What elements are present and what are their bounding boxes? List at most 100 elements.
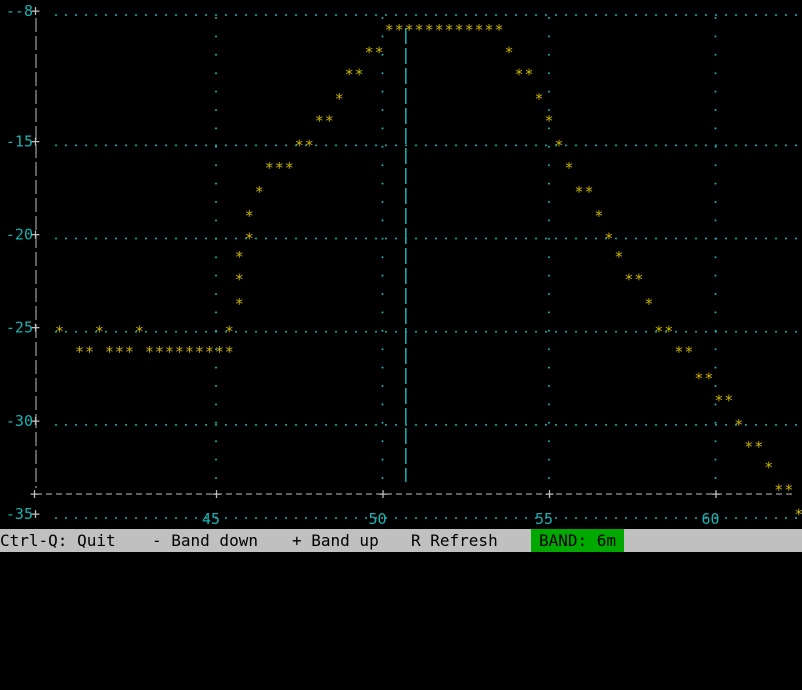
grid-dot: [548, 421, 550, 424]
grid-dot: [115, 517, 117, 520]
data-point: *: [395, 21, 404, 39]
x-tick-label: 55: [535, 510, 553, 528]
data-point: *: [515, 66, 524, 84]
grid-dot: [315, 144, 317, 147]
grid-dot: [505, 14, 507, 16]
grid-dot: [265, 517, 267, 520]
grid-dot: [555, 423, 557, 426]
grid-dot: [105, 237, 107, 240]
band-up-hint[interactable]: + Band up: [292, 529, 379, 552]
grid-dot: [645, 423, 647, 426]
grid-dot: [75, 423, 77, 426]
grid-dot: [215, 182, 217, 185]
data-point: *: [604, 230, 613, 248]
grid-dot: [548, 109, 550, 111]
grid-dot: [685, 144, 687, 147]
grid-dot: [415, 237, 417, 240]
grid-dot: [455, 330, 457, 333]
grid-dot: [695, 144, 697, 147]
data-point: *: [245, 230, 254, 248]
y-tick-label: -15: [6, 132, 33, 150]
grid-dot: [655, 237, 657, 240]
grid-dot: [125, 14, 127, 16]
data-point: *: [455, 21, 464, 39]
grid-dot: [548, 164, 550, 167]
grid-dot: [735, 144, 737, 147]
grid-dot: [415, 144, 417, 147]
grid-dot: [235, 144, 237, 147]
grid-dot: [335, 144, 337, 147]
grid-dot: [714, 440, 717, 443]
grid-dot: [65, 517, 67, 520]
grid-dot: [215, 366, 217, 369]
grid-dot: [381, 72, 384, 75]
grid-dot: [385, 330, 387, 333]
grid-dot: [245, 144, 247, 147]
grid-dot: [365, 144, 367, 147]
data-point: *: [235, 248, 244, 266]
grid-dot: [115, 144, 117, 147]
refresh-hint[interactable]: R Refresh: [411, 529, 498, 552]
grid-dot: [415, 517, 417, 520]
grid-dot: [685, 14, 687, 16]
grid-dot: [405, 144, 407, 147]
grid-dot: [675, 517, 677, 520]
y-tick-label: -25: [6, 319, 33, 337]
grid-dot: [425, 330, 427, 333]
grid-dot: [55, 144, 57, 147]
data-point: *: [195, 343, 204, 361]
grid-dot: [595, 330, 597, 333]
grid-dot: [255, 14, 257, 16]
grid-dot: [381, 35, 384, 38]
grid-dot: [55, 237, 57, 240]
data-point: *: [544, 112, 553, 130]
grid-dot: [714, 477, 717, 479]
grid-dot: [735, 517, 737, 520]
grid-dot: [535, 330, 537, 333]
grid-dot: [714, 17, 717, 19]
grid-dot: [85, 330, 87, 333]
grid-dot: [548, 348, 550, 351]
data-point: *: [435, 21, 444, 39]
grid-dot: [355, 423, 357, 426]
grid-dot: [365, 237, 367, 240]
grid-dot: [325, 144, 327, 147]
grid-dot: [445, 423, 447, 426]
grid-dot: [555, 237, 557, 240]
grid-dot: [585, 14, 587, 16]
grid-dot: [755, 517, 757, 520]
grid-dot: [595, 517, 597, 520]
grid-dot: [548, 17, 550, 19]
grid-dot: [785, 330, 787, 333]
grid-dot: [381, 366, 384, 369]
grid-dot: [335, 14, 337, 16]
grid-dot: [505, 423, 507, 426]
grid-dot: [215, 458, 217, 461]
grid-dot: [455, 237, 457, 240]
grid-dot: [385, 423, 387, 426]
grid-dot: [265, 423, 267, 426]
grid-dot: [595, 14, 597, 16]
quit-hint[interactable]: Ctrl-Q: Quit: [0, 529, 116, 552]
grid-dot: [105, 517, 107, 520]
grid-dot: [285, 423, 287, 426]
grid-dot: [625, 237, 627, 240]
grid-dot: [548, 182, 550, 185]
axes: +--8+-15+-20+-25+-30+-35++45+50+55+60: [6, 2, 792, 528]
grid-dot: [455, 423, 457, 426]
grid-dot: [255, 144, 257, 147]
grid-dot: [425, 144, 427, 147]
data-point: *: [345, 66, 354, 84]
grid-dot: [381, 127, 384, 130]
grid-dot: [715, 423, 717, 426]
grid-dot: [355, 144, 357, 147]
grid-dot: [225, 144, 227, 147]
grid-dot: [765, 14, 767, 16]
grid-dot: [725, 330, 727, 333]
grid-dot: [795, 237, 797, 240]
data-point: *: [275, 159, 284, 177]
grid-dot: [548, 72, 550, 75]
band-down-hint[interactable]: - Band down: [152, 529, 258, 552]
grid-dot: [375, 423, 377, 426]
grid-dot: [355, 14, 357, 16]
